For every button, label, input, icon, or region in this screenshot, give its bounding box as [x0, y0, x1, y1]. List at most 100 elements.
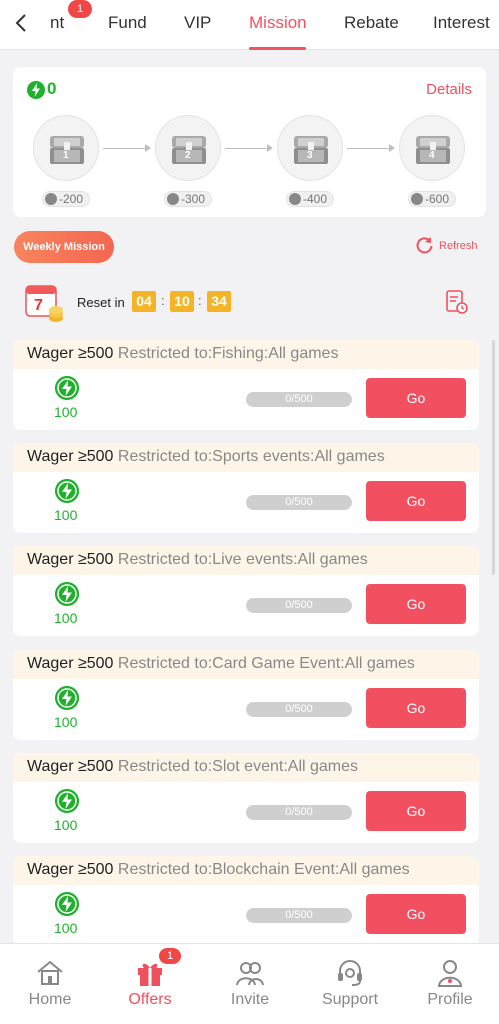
- mission-progress-bar: 0/500: [246, 495, 352, 510]
- nav-label: Home: [28, 991, 72, 1008]
- chest-summary-card: 0 Details 1 2 3 4 -200 -300 -400 -600: [13, 67, 486, 217]
- mission-progress-bar: 0/500: [246, 598, 352, 613]
- mission-title: Wager ≥500 Restricted to:Live events:All…: [27, 551, 368, 569]
- treasure-chest-2[interactable]: 2: [155, 115, 221, 181]
- nav-profile[interactable]: Profile: [400, 944, 499, 1024]
- mission-header: Wager ≥500 Restricted to:Live events:All…: [13, 546, 479, 575]
- mission-header: Wager ≥500 Restricted to:Card Game Event…: [13, 650, 479, 679]
- treasure-chest-1[interactable]: 1: [33, 115, 99, 181]
- calendar-icon: 7: [25, 285, 63, 322]
- mission-reward: 100: [54, 920, 78, 936]
- bolt-mini-icon: [289, 193, 301, 205]
- chest-cost-2: -300: [164, 191, 212, 207]
- bolt-icon: [27, 81, 45, 99]
- chest-cost-1: -200: [42, 191, 90, 207]
- gift-icon: [138, 963, 162, 986]
- chest-connector: [347, 144, 395, 152]
- chest-icon: [50, 136, 84, 164]
- mission-card: Wager ≥500 Restricted to:Fishing:All gam…: [13, 340, 479, 430]
- mission-restriction: Restricted to:Slot event:All games: [117, 758, 359, 775]
- tab-interest[interactable]: Interest: [433, 13, 490, 33]
- chest-number: 3: [307, 150, 313, 161]
- timer-separator: :: [198, 293, 202, 308]
- mission-card: Wager ≥500 Restricted to:Live events:All…: [13, 546, 479, 636]
- chest-cost-3: -400: [286, 191, 334, 207]
- bolt-mini-icon: [411, 193, 423, 205]
- timer-minutes: 34: [207, 291, 231, 312]
- mission-restriction: Restricted to:Card Game Event:All games: [117, 655, 415, 672]
- tab-mission[interactable]: Mission: [249, 13, 307, 33]
- go-button[interactable]: Go: [366, 791, 466, 831]
- home-icon: [37, 960, 63, 985]
- chest-cost-value: -200: [59, 192, 84, 206]
- back-arrow-icon[interactable]: [10, 10, 34, 36]
- mission-card: Wager ≥500 Restricted to:Slot event:All …: [13, 753, 479, 843]
- mission-restriction: Restricted to:Live events:All games: [117, 551, 368, 568]
- tab-fund[interactable]: Fund: [108, 13, 147, 33]
- mission-progress-bar: 0/500: [246, 805, 352, 820]
- scrollbar[interactable]: [492, 340, 495, 575]
- active-tab-indicator: [249, 47, 306, 50]
- treasure-chest-4[interactable]: 4: [399, 115, 465, 181]
- mission-wager: Wager ≥500: [27, 655, 114, 672]
- mission-wager: Wager ≥500: [27, 551, 114, 568]
- mission-title: Wager ≥500 Restricted to:Blockchain Even…: [27, 861, 410, 879]
- bolt-icon: [55, 892, 79, 916]
- profile-icon: [437, 960, 463, 987]
- go-button[interactable]: Go: [366, 894, 466, 934]
- mission-progress-bar: 0/500: [246, 702, 352, 717]
- chest-number: 4: [429, 150, 435, 161]
- mission-restriction: Restricted to:Fishing:All games: [117, 345, 339, 362]
- timer-hours: 10: [170, 291, 194, 312]
- mission-title: Wager ≥500 Restricted to:Card Game Event…: [27, 655, 415, 673]
- treasure-chest-3[interactable]: 3: [277, 115, 343, 181]
- headset-icon: [338, 960, 362, 986]
- bolt-icon: [55, 582, 79, 606]
- mission-wager: Wager ≥500: [27, 448, 114, 465]
- mission-card: Wager ≥500 Restricted to:Sports events:A…: [13, 443, 479, 533]
- nav-label: Support: [321, 991, 379, 1008]
- mission-header: Wager ≥500 Restricted to:Sports events:A…: [13, 443, 479, 472]
- mission-reward: 100: [54, 610, 78, 626]
- chest-cost-value: -400: [303, 192, 328, 206]
- mission-reward: 100: [54, 817, 78, 833]
- nav-support[interactable]: Support: [300, 944, 400, 1024]
- mission-wager: Wager ≥500: [27, 861, 114, 878]
- go-button[interactable]: Go: [366, 378, 466, 418]
- mission-progress-bar: 0/500: [246, 908, 352, 923]
- chest-cost-value: -600: [425, 192, 450, 206]
- chest-number: 2: [185, 150, 191, 161]
- bolt-mini-icon: [167, 193, 179, 205]
- weekly-mission-button[interactable]: Weekly Mission: [14, 231, 114, 263]
- chest-cost-4: -600: [408, 191, 456, 207]
- go-button[interactable]: Go: [366, 688, 466, 728]
- svg-text:7: 7: [34, 297, 43, 314]
- bolt-icon: [55, 686, 79, 710]
- nav-label: Profile: [427, 991, 473, 1008]
- refresh-label[interactable]: Refresh: [439, 240, 478, 252]
- mission-title: Wager ≥500 Restricted to:Slot event:All …: [27, 758, 358, 776]
- offers-badge: 1: [159, 948, 181, 964]
- details-link[interactable]: Details: [426, 81, 472, 98]
- mission-wager: Wager ≥500: [27, 345, 114, 362]
- nav-home[interactable]: Home: [0, 944, 100, 1024]
- chest-icon: [294, 136, 328, 164]
- mission-restriction: Restricted to:Blockchain Event:All games: [117, 861, 410, 878]
- timer-separator: :: [161, 293, 165, 308]
- tab-event[interactable]: nt: [50, 13, 64, 33]
- nav-offers[interactable]: 1 Offers: [100, 944, 200, 1024]
- nav-label: Offers: [128, 991, 172, 1008]
- mission-progress-bar: 0/500: [246, 392, 352, 407]
- go-button[interactable]: Go: [366, 584, 466, 624]
- nav-invite[interactable]: Invite: [200, 944, 300, 1024]
- tab-vip[interactable]: VIP: [184, 13, 211, 33]
- tab-rebate[interactable]: Rebate: [344, 13, 399, 33]
- reset-label: Reset in: [77, 295, 125, 310]
- timer-days: 04: [132, 291, 156, 312]
- history-record-icon[interactable]: [444, 289, 470, 315]
- mission-restriction: Restricted to:Sports events:All games: [117, 448, 385, 465]
- mission-card: Wager ≥500 Restricted to:Blockchain Even…: [13, 856, 479, 946]
- go-button[interactable]: Go: [366, 481, 466, 521]
- mission-card: Wager ≥500 Restricted to:Card Game Event…: [13, 650, 479, 740]
- refresh-icon[interactable]: [416, 236, 434, 254]
